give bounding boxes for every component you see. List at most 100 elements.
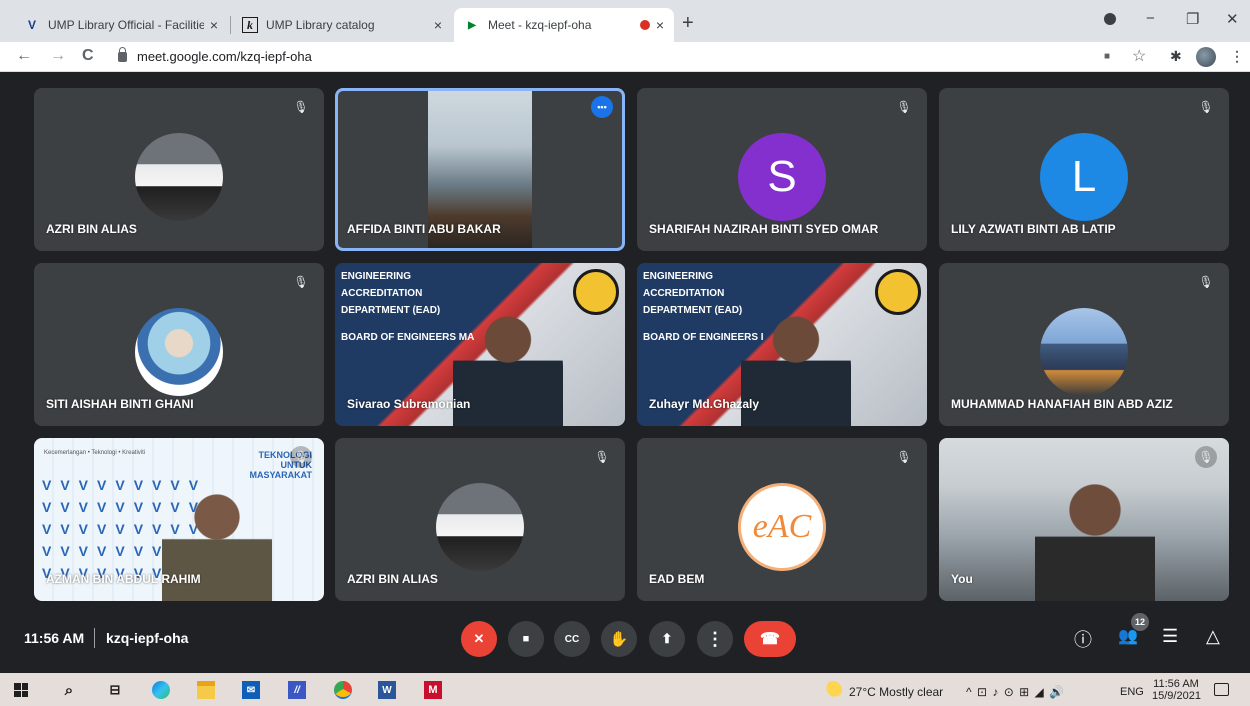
mail-icon[interactable]: ✉ bbox=[242, 681, 260, 699]
mic-off-icon: 🎙 bbox=[594, 450, 610, 464]
participant-tile[interactable]: 🎙 AZRI BIN ALIAS bbox=[335, 438, 625, 601]
forward-button[interactable]: → bbox=[50, 47, 66, 65]
participant-tile[interactable]: 🎙 MUHAMMAD HANAFIAH BIN ABD AZIZ bbox=[939, 263, 1229, 426]
participant-name: SHARIFAH NAZIRAH BINTI SYED OMAR bbox=[649, 222, 879, 236]
task-view-icon[interactable]: ⊟ bbox=[106, 681, 124, 699]
more-options-button[interactable]: ⋮ bbox=[697, 621, 733, 657]
background-tagline: Kecemerlangan • Teknologi • Kreativiti bbox=[44, 450, 146, 456]
bem-logo-icon bbox=[875, 269, 921, 315]
divider bbox=[94, 628, 95, 648]
url-field[interactable]: meet.google.com/kzq-iepf-oha bbox=[118, 46, 312, 64]
bookmark-star-icon[interactable]: ☆ bbox=[1132, 46, 1146, 66]
participant-tile[interactable]: 🎙 L LILY AZWATI BINTI AB LATIP bbox=[939, 88, 1229, 251]
chat-icon[interactable]: ☰ bbox=[1162, 626, 1178, 647]
recording-indicator-icon bbox=[639, 20, 650, 30]
file-explorer-icon[interactable] bbox=[197, 681, 215, 699]
word-icon[interactable]: W bbox=[378, 681, 396, 699]
participant-video bbox=[1035, 471, 1155, 601]
people-icon[interactable]: 👥 bbox=[1118, 626, 1138, 646]
profile-avatar[interactable] bbox=[1196, 47, 1216, 67]
captions-button[interactable]: CC bbox=[554, 621, 590, 657]
raise-hand-button[interactable]: ✋ bbox=[601, 621, 637, 657]
participant-tile[interactable]: Kecemerlangan • Teknologi • Kreativiti T… bbox=[34, 438, 324, 601]
meet-favicon-icon: ▶ bbox=[468, 19, 476, 31]
participant-name: MUHAMMAD HANAFIAH BIN ABD AZIZ bbox=[951, 397, 1173, 411]
new-tab-button[interactable]: + bbox=[682, 12, 694, 35]
chrome-icon[interactable] bbox=[334, 681, 352, 699]
minimize-button[interactable]: − bbox=[1146, 10, 1155, 27]
notifications-icon[interactable] bbox=[1214, 683, 1229, 696]
mic-off-icon: 🎙 bbox=[1195, 446, 1217, 468]
restore-button[interactable]: ❐ bbox=[1186, 10, 1199, 28]
weather-moon-icon[interactable] bbox=[824, 681, 842, 699]
mic-off-icon: 🎙 bbox=[293, 275, 309, 289]
search-icon[interactable]: ⌕ bbox=[60, 681, 78, 699]
participant-tile[interactable]: 🎙 eAC EAD BEM bbox=[637, 438, 927, 601]
more-options-icon[interactable]: ••• bbox=[591, 96, 613, 118]
lock-icon bbox=[118, 46, 127, 62]
leave-call-button[interactable]: ☎ bbox=[744, 621, 796, 657]
tab-close-icon[interactable]: × bbox=[656, 17, 664, 33]
mcafee-icon[interactable]: M bbox=[424, 681, 442, 699]
participant-name: AZRI BIN ALIAS bbox=[46, 222, 137, 236]
extensions-puzzle-icon[interactable]: ✱ bbox=[1170, 48, 1182, 65]
tab-close-icon[interactable]: × bbox=[434, 17, 442, 33]
mic-off-icon: 🎙 bbox=[1198, 275, 1214, 289]
activities-icon[interactable]: △ bbox=[1206, 626, 1220, 647]
present-now-button[interactable]: ⬆ bbox=[649, 621, 685, 657]
teamviewer-icon[interactable]: // bbox=[288, 681, 306, 699]
participant-tile-self[interactable]: 🎙 You bbox=[939, 438, 1229, 601]
browser-menu-icon[interactable]: ⋮ bbox=[1230, 48, 1244, 65]
toggle-mic-button[interactable]: ✕ bbox=[461, 621, 497, 657]
windows-taskbar: ⌕ ⊟ ✉ // W M 27°C Mostly clear ^ ⊡ ♪ ⊙ ⊞… bbox=[0, 673, 1250, 706]
participant-tile[interactable]: ENGINEERING ACCREDITATION DEPARTMENT (EA… bbox=[637, 263, 927, 426]
participant-name: LILY AZWATI BINTI AB LATIP bbox=[951, 222, 1116, 236]
tab-ump-library-facilities[interactable]: V UMP Library Official - Facilities × bbox=[14, 8, 228, 42]
koha-favicon-icon: k bbox=[242, 17, 258, 33]
mic-off-icon: 🎙 bbox=[293, 100, 309, 114]
profile-circle-icon[interactable] bbox=[1104, 13, 1116, 25]
tab-title: UMP Library Official - Facilities bbox=[48, 18, 204, 32]
participant-tile[interactable]: ENGINEERING ACCREDITATION DEPARTMENT (EA… bbox=[335, 263, 625, 426]
edge-icon[interactable] bbox=[152, 681, 170, 699]
participant-tile[interactable]: 🎙 AZRI BIN ALIAS bbox=[34, 88, 324, 251]
participant-tile[interactable]: 🎙 S SHARIFAH NAZIRAH BINTI SYED OMAR bbox=[637, 88, 927, 251]
participant-initial-avatar: S bbox=[738, 133, 826, 221]
tab-bar: V UMP Library Official - Facilities × k … bbox=[0, 0, 1250, 42]
participant-avatar bbox=[436, 483, 524, 571]
participant-name: AZRI BIN ALIAS bbox=[347, 572, 438, 586]
participant-avatar bbox=[135, 308, 223, 396]
reload-button[interactable]: C bbox=[82, 47, 94, 65]
system-tray-icons[interactable]: ^ ⊡ ♪ ⊙ ⊞ ◢ 🔊 bbox=[966, 685, 1065, 699]
tab-close-icon[interactable]: × bbox=[210, 17, 218, 33]
windows-start-icon[interactable] bbox=[12, 681, 30, 699]
camera-in-use-icon[interactable]: ■ bbox=[1104, 51, 1110, 62]
participant-tile-active-speaker[interactable]: ••• AFFIDA BINTI ABU BAKAR bbox=[335, 88, 625, 251]
participant-name: Zuhayr Md.Ghazaly bbox=[649, 397, 760, 411]
back-button[interactable]: ← bbox=[16, 47, 32, 65]
participant-name: EAD BEM bbox=[649, 572, 705, 586]
ump-favicon-icon: V bbox=[27, 18, 36, 32]
participant-name: AFFIDA BINTI ABU BAKAR bbox=[347, 222, 501, 236]
meeting-code: kzq-iepf-oha bbox=[106, 630, 189, 646]
toggle-camera-button[interactable]: ■ bbox=[508, 621, 544, 657]
language-indicator[interactable]: ENG bbox=[1120, 686, 1144, 698]
tab-divider bbox=[230, 16, 231, 34]
meeting-details-icon[interactable]: ⓘ bbox=[1074, 626, 1092, 652]
participant-initial-avatar: L bbox=[1040, 133, 1128, 221]
url-text: meet.google.com/kzq-iepf-oha bbox=[137, 49, 312, 64]
eac-logo-avatar: eAC bbox=[738, 483, 826, 571]
participant-avatar bbox=[1040, 308, 1128, 396]
mic-off-icon: 🎙 bbox=[896, 100, 912, 114]
clock-date: 15/9/2021 bbox=[1152, 690, 1201, 702]
clock-time: 11:56 AM bbox=[1153, 678, 1199, 690]
participant-avatar bbox=[135, 133, 223, 221]
slide-text: ENGINEERING ACCREDITATION DEPARTMENT (EA… bbox=[643, 271, 764, 343]
close-window-button[interactable]: ✕ bbox=[1226, 10, 1239, 28]
participant-tile[interactable]: 🎙 SITI AISHAH BINTI GHANI bbox=[34, 263, 324, 426]
mic-off-icon: 🎙 bbox=[1198, 100, 1214, 114]
weather-text[interactable]: 27°C Mostly clear bbox=[849, 685, 943, 699]
tab-ump-library-catalog[interactable]: k UMP Library catalog × bbox=[232, 8, 452, 42]
taskbar-clock[interactable]: 11:56 AM 15/9/2021 bbox=[1152, 678, 1201, 702]
tab-meet[interactable]: ▶ Meet - kzq-iepf-oha × bbox=[454, 8, 674, 42]
